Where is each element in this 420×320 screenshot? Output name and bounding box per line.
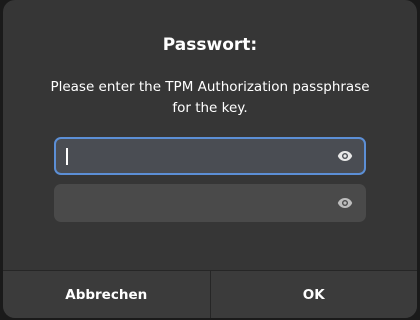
dialog-title: Passwort: [162, 35, 258, 55]
ok-button[interactable]: OK [210, 271, 417, 318]
dialog-message: Please enter the TPM Authorization passp… [33, 77, 387, 119]
eye-icon[interactable] [336, 194, 354, 212]
passphrase-field[interactable] [54, 137, 366, 175]
dialog-button-bar: Abbrechen OK [3, 270, 417, 318]
text-caret [66, 148, 68, 165]
passphrase-input[interactable] [66, 139, 322, 173]
password-dialog: Passwort: Please enter the TPM Authoriza… [3, 0, 417, 318]
confirm-passphrase-input[interactable] [64, 184, 320, 222]
eye-icon[interactable] [336, 147, 354, 165]
dialog-message-line-2: for the key. [172, 100, 248, 116]
cancel-button[interactable]: Abbrechen [3, 271, 211, 318]
dialog-message-line-1: Please enter the TPM Authorization passp… [50, 79, 370, 95]
confirm-passphrase-field[interactable] [54, 184, 366, 222]
